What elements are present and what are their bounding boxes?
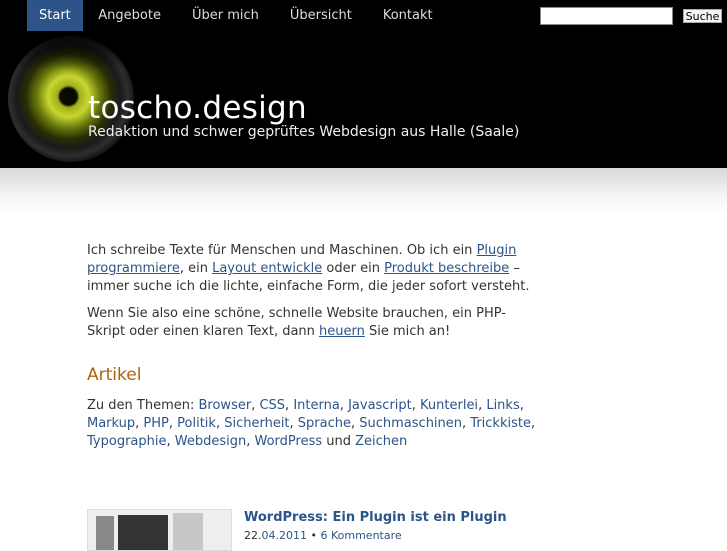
intro-text: Ich schreibe Texte für Menschen und Masc… (87, 243, 477, 258)
topic-link-sicherheit[interactable]: Sicherheit (224, 416, 289, 431)
separator: , (166, 434, 175, 449)
intro-paragraph-2: Wenn Sie also eine schöne, schnelle Webs… (87, 305, 537, 341)
topic-link-webdesign[interactable]: Webdesign (175, 434, 246, 449)
search-input[interactable] (540, 7, 673, 25)
article-teaser: WordPress: Ein Plugin ist ein Plugin 22.… (87, 509, 537, 551)
intro-text: Sie mich an! (364, 324, 451, 339)
thumbnail-shape (118, 515, 168, 550)
nav-item-kontakt[interactable]: Kontakt (367, 0, 448, 31)
topic-link-wordpress[interactable]: WordPress (254, 434, 322, 449)
separator: , (519, 398, 524, 413)
nav-item-angebote[interactable]: Angebote (83, 0, 177, 31)
topic-link-php[interactable]: PHP (143, 416, 168, 431)
separator: , (530, 416, 536, 431)
header-gradient-band (0, 168, 727, 213)
separator: , (289, 416, 298, 431)
nav-item-start[interactable]: Start (27, 0, 83, 31)
topic-link-links[interactable]: Links (486, 398, 519, 413)
nav-item-uebersicht[interactable]: Übersicht (274, 0, 367, 31)
eye-shadow (2, 30, 142, 70)
main-nav: Start Angebote Über mich Übersicht Konta… (27, 0, 448, 31)
topic-link-browser[interactable]: Browser (199, 398, 252, 413)
topic-link-politik[interactable]: Politik (177, 416, 216, 431)
topics-label: Zu den Themen: (87, 398, 199, 413)
separator: , (339, 398, 349, 413)
articles-heading: Artikel (87, 365, 142, 385)
topic-link-suchmaschinen[interactable]: Suchmaschinen (359, 416, 462, 431)
topic-link-zeichen[interactable]: Zeichen (355, 434, 407, 449)
topic-link-css[interactable]: CSS (259, 398, 285, 413)
intro-paragraph-1: Ich schreibe Texte für Menschen und Masc… (87, 242, 537, 296)
search-button[interactable]: Suche (683, 9, 722, 23)
separator: , (168, 416, 178, 431)
topic-link-sprache[interactable]: Sprache (298, 416, 351, 431)
separator: und (322, 434, 356, 449)
intro-text: oder ein (322, 261, 385, 276)
link-heuern[interactable]: heuern (319, 324, 365, 339)
separator: , (411, 398, 421, 413)
nav-item-ueber-mich[interactable]: Über mich (176, 0, 274, 31)
topic-link-markup[interactable]: Markup (87, 416, 135, 431)
article-comments-link[interactable]: 6 Kommentare (320, 529, 401, 542)
site-header: Start Angebote Über mich Übersicht Konta… (0, 0, 727, 168)
topic-link-interna[interactable]: Interna (293, 398, 340, 413)
separator: , (215, 416, 225, 431)
link-produkt-beschreibe[interactable]: Produkt beschreibe (384, 261, 509, 276)
site-subtitle: Redaktion und schwer geprüftes Webdesign… (88, 124, 520, 140)
article-title-link[interactable]: WordPress: Ein Plugin ist ein Plugin (244, 510, 507, 525)
article-date-month-year[interactable]: 04.2011 (262, 529, 308, 542)
topic-link-typographie[interactable]: Typographie (87, 434, 166, 449)
intro-text: , ein (179, 261, 213, 276)
article-date-day: 22. (244, 529, 262, 542)
main-content: Ich schreibe Texte für Menschen und Masc… (87, 242, 537, 460)
topic-link-trickkiste[interactable]: Trickkiste (470, 416, 531, 431)
article-meta: 22.04.2011 • 6 Kommentare (244, 529, 402, 542)
topic-link-javascript[interactable]: Javascript (348, 398, 412, 413)
topics-list: Zu den Themen: Browser, CSS, Interna, Ja… (87, 397, 537, 451)
thumbnail-shape (96, 516, 114, 550)
thumbnail-shape (173, 513, 203, 550)
link-layout-entwickle[interactable]: Layout entwickle (212, 261, 322, 276)
meta-separator: • (307, 529, 321, 542)
site-title[interactable]: toscho.design (88, 88, 307, 128)
topic-link-kunterlei[interactable]: Kunterlei (420, 398, 478, 413)
